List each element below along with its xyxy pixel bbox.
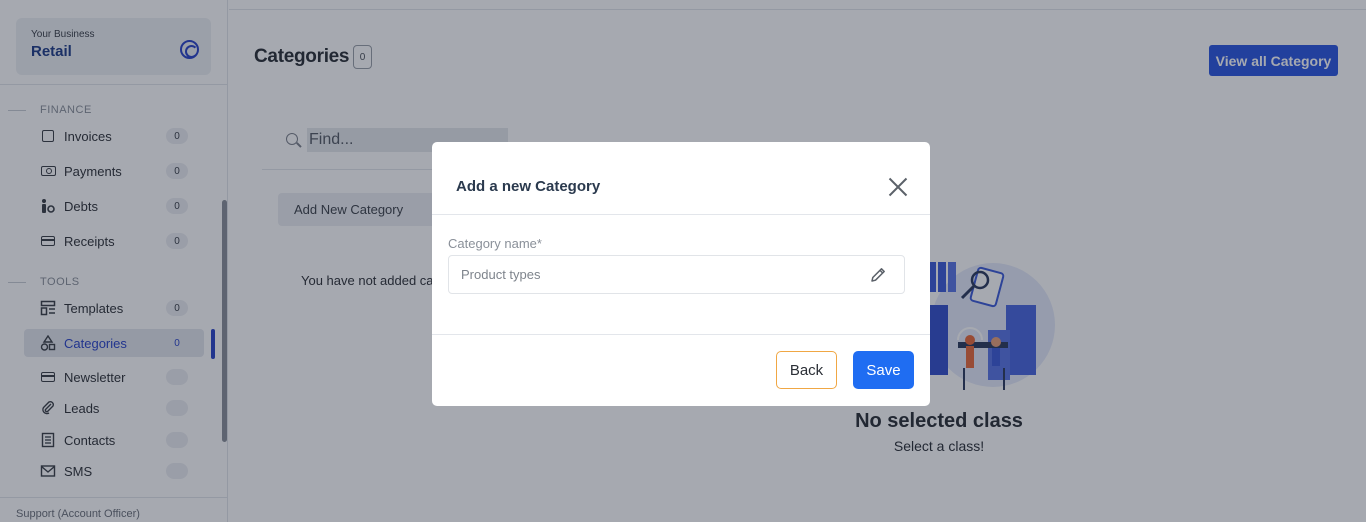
close-icon[interactable] xyxy=(887,176,909,198)
category-name-field[interactable] xyxy=(448,255,905,294)
category-name-label: Category name* xyxy=(448,236,542,251)
dialog-divider xyxy=(432,334,930,335)
pencil-icon xyxy=(871,268,885,282)
add-category-dialog: Add a new Category Category name* Back S… xyxy=(432,142,930,406)
dialog-divider xyxy=(432,214,930,215)
back-button[interactable]: Back xyxy=(776,351,837,389)
dialog-title: Add a new Category xyxy=(456,178,601,195)
save-button[interactable]: Save xyxy=(853,351,914,389)
